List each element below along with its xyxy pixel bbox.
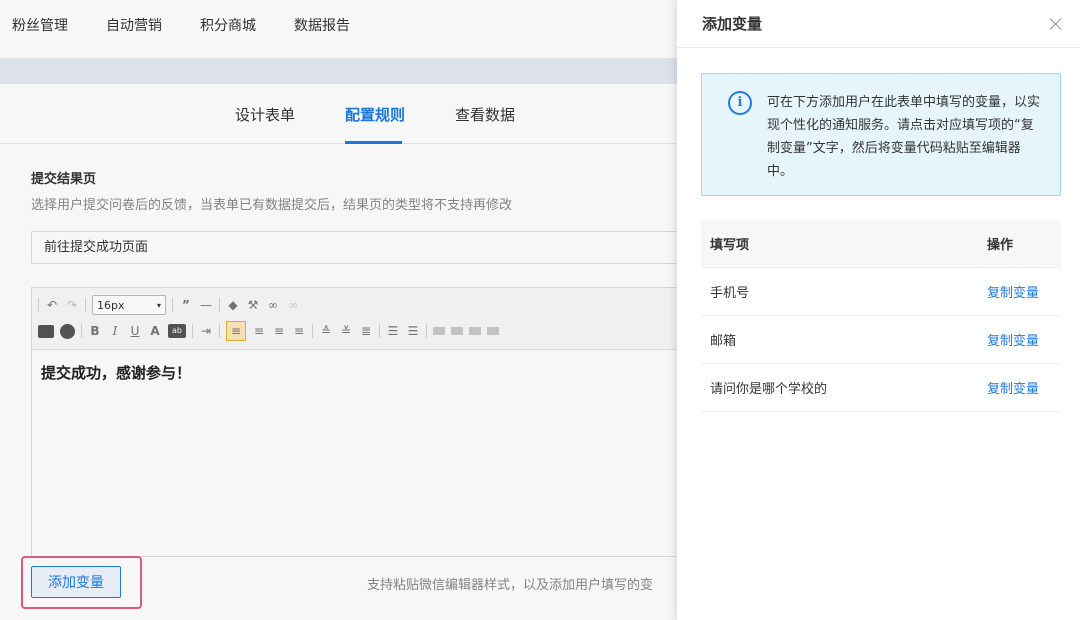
unlink-icon[interactable]: ∞ (286, 296, 300, 314)
copy-variable-link[interactable]: 复制变量 (987, 334, 1039, 349)
toolbar-separator (219, 324, 220, 338)
nav-item-auto-marketing[interactable]: 自动营销 (106, 15, 162, 35)
table-row: 邮箱 复制变量 (701, 316, 1061, 364)
field-name: 邮箱 (710, 334, 737, 349)
undo-icon[interactable]: ↶ (45, 296, 59, 314)
align-left-icon[interactable]: ≡ (226, 321, 246, 341)
format-brush-icon[interactable]: ⚒ (246, 296, 260, 314)
editor-toolbar: ↶ ↷ 16px ▾ ” — ◆ ⚒ ∞ ∞ B I U A ab ⇥ ≡ ≡ … (32, 288, 730, 350)
result-type-select[interactable]: 前往提交成功页面 (31, 231, 731, 264)
paste-hint: 支持粘贴微信编辑器样式，以及添加用户填写的变 (367, 578, 654, 593)
align-center-icon[interactable]: ≡ (252, 322, 266, 340)
image-icon[interactable] (38, 324, 54, 338)
eraser-icon[interactable]: ◆ (226, 296, 240, 314)
nav-item-fans[interactable]: 粉丝管理 (12, 15, 68, 35)
emoji-icon[interactable] (60, 323, 75, 339)
font-color-button[interactable]: A (148, 322, 162, 340)
copy-variable-link[interactable]: 复制变量 (987, 286, 1039, 301)
background-color-button[interactable]: ab (168, 324, 186, 338)
ordered-list-icon[interactable]: ☰ (386, 322, 400, 340)
spacing-top-icon[interactable]: ≙ (319, 322, 333, 340)
table-icon[interactable] (451, 327, 463, 335)
table-icon[interactable] (433, 327, 445, 335)
toolbar-separator (38, 298, 39, 312)
tab-config-rules[interactable]: 配置规则 (345, 104, 405, 125)
editor-content[interactable]: 提交成功，感谢参与！ (32, 350, 730, 395)
toolbar-separator (426, 324, 427, 338)
info-icon: i (728, 91, 752, 115)
bold-button[interactable]: B (88, 322, 102, 340)
toolbar-separator (379, 324, 380, 338)
table-icon[interactable] (487, 327, 499, 335)
toolbar-separator (219, 298, 220, 312)
variable-table: 填写项 操作 手机号 复制变量 邮箱 复制变量 请问你是哪个学校的 复制变量 (701, 220, 1061, 412)
nav-item-points-mall[interactable]: 积分商城 (200, 15, 256, 35)
line-height-icon[interactable]: ≣ (359, 322, 373, 340)
drawer-header: 添加变量 (677, 0, 1080, 48)
tab-view-data[interactable]: 查看数据 (455, 104, 515, 125)
section-description: 选择用户提交问卷后的反馈，当表单已有数据提交后，结果页的类型将不支持再修改 (31, 198, 513, 213)
link-icon[interactable]: ∞ (266, 296, 280, 314)
info-text: 可在下方添加用户在此表单中填写的变量，以实现个性化的通知服务。请点击对应填写项的… (767, 95, 1041, 179)
copy-variable-link[interactable]: 复制变量 (987, 382, 1039, 397)
toolbar-separator (172, 298, 173, 312)
close-icon[interactable] (1048, 16, 1064, 32)
table-row: 请问你是哪个学校的 复制变量 (701, 364, 1061, 412)
indent-icon[interactable]: ⇥ (199, 322, 213, 340)
table-header: 填写项 操作 (701, 220, 1061, 268)
toolbar-separator (192, 324, 193, 338)
italic-button[interactable]: I (108, 322, 122, 340)
underline-button[interactable]: U (128, 322, 142, 340)
nav-item-data-report[interactable]: 数据报告 (294, 15, 350, 35)
header-action: 操作 (987, 238, 1014, 253)
unordered-list-icon[interactable]: ☰ (406, 322, 420, 340)
drawer-title: 添加变量 (702, 15, 763, 33)
tab-design-form[interactable]: 设计表单 (235, 104, 295, 125)
table-row: 手机号 复制变量 (701, 268, 1061, 316)
table-icon[interactable] (469, 327, 481, 335)
align-right-icon[interactable]: ≡ (272, 322, 286, 340)
info-alert: i 可在下方添加用户在此表单中填写的变量，以实现个性化的通知服务。请点击对应填写… (701, 73, 1061, 196)
chevron-down-icon: ▾ (156, 300, 161, 310)
active-tab-indicator (345, 141, 402, 144)
toolbar-separator (85, 298, 86, 312)
quote-icon[interactable]: ” (179, 296, 193, 314)
rich-text-editor: ↶ ↷ 16px ▾ ” — ◆ ⚒ ∞ ∞ B I U A ab ⇥ ≡ ≡ … (31, 287, 731, 557)
align-justify-icon[interactable]: ≡ (292, 322, 306, 340)
redo-icon[interactable]: ↷ (65, 296, 79, 314)
horizontal-rule-icon[interactable]: — (199, 296, 213, 314)
field-name: 请问你是哪个学校的 (710, 382, 828, 397)
add-variable-button[interactable]: 添加变量 (31, 566, 121, 598)
font-size-value: 16px (97, 298, 125, 312)
toolbar-separator (312, 324, 313, 338)
spacing-bottom-icon[interactable]: ≚ (339, 322, 353, 340)
header-field: 填写项 (710, 238, 750, 253)
toolbar-separator (81, 324, 82, 338)
field-name: 手机号 (710, 286, 750, 301)
font-size-select[interactable]: 16px ▾ (92, 295, 166, 315)
add-variable-drawer: 添加变量 i 可在下方添加用户在此表单中填写的变量，以实现个性化的通知服务。请点… (677, 0, 1080, 620)
section-title: 提交结果页 (31, 172, 97, 187)
